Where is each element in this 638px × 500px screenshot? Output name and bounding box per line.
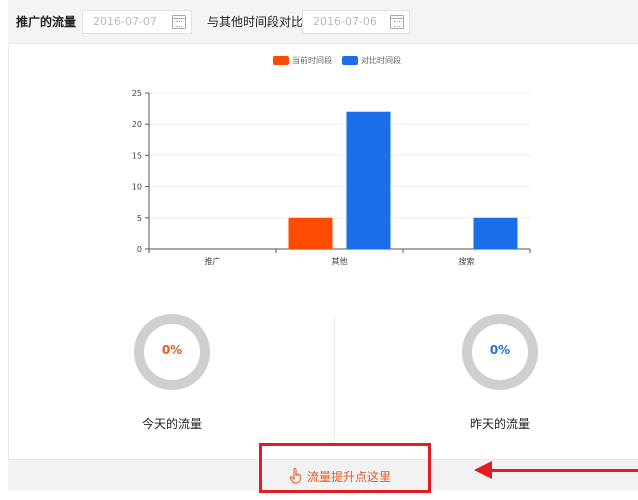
y-tick-label: 15 — [132, 151, 142, 160]
y-tick-label: 20 — [132, 120, 142, 129]
x-tick-label: 搜索 — [459, 256, 475, 266]
bar-compare — [346, 111, 391, 249]
yesterday-label: 昨天的流量 — [469, 417, 530, 431]
x-tick-label: 其他 — [332, 256, 348, 266]
today-ring-chart: 0% — [133, 313, 211, 391]
annotation-arrow-head — [474, 461, 492, 479]
annotation-arrow-line — [490, 469, 638, 472]
x-tick-label: 推广 — [205, 256, 221, 266]
yesterday-ring-value: 0% — [489, 343, 511, 357]
stats-divider — [334, 316, 335, 446]
today-ring-value: 0% — [161, 343, 183, 357]
y-tick-label: 5 — [137, 214, 142, 223]
bar-compare — [473, 217, 518, 249]
y-tick-label: 25 — [132, 89, 142, 98]
today-label: 今天的流量 — [141, 417, 202, 431]
bar-chart: 0 5 10 15 20 25 推广 其他 搜索 — [132, 89, 531, 266]
y-tick-label: 10 — [132, 183, 142, 192]
annotation-highlight-box — [259, 443, 431, 493]
y-tick-label: 0 — [137, 245, 142, 254]
bar-current — [288, 217, 333, 249]
yesterday-ring-chart: 0% — [461, 313, 539, 391]
